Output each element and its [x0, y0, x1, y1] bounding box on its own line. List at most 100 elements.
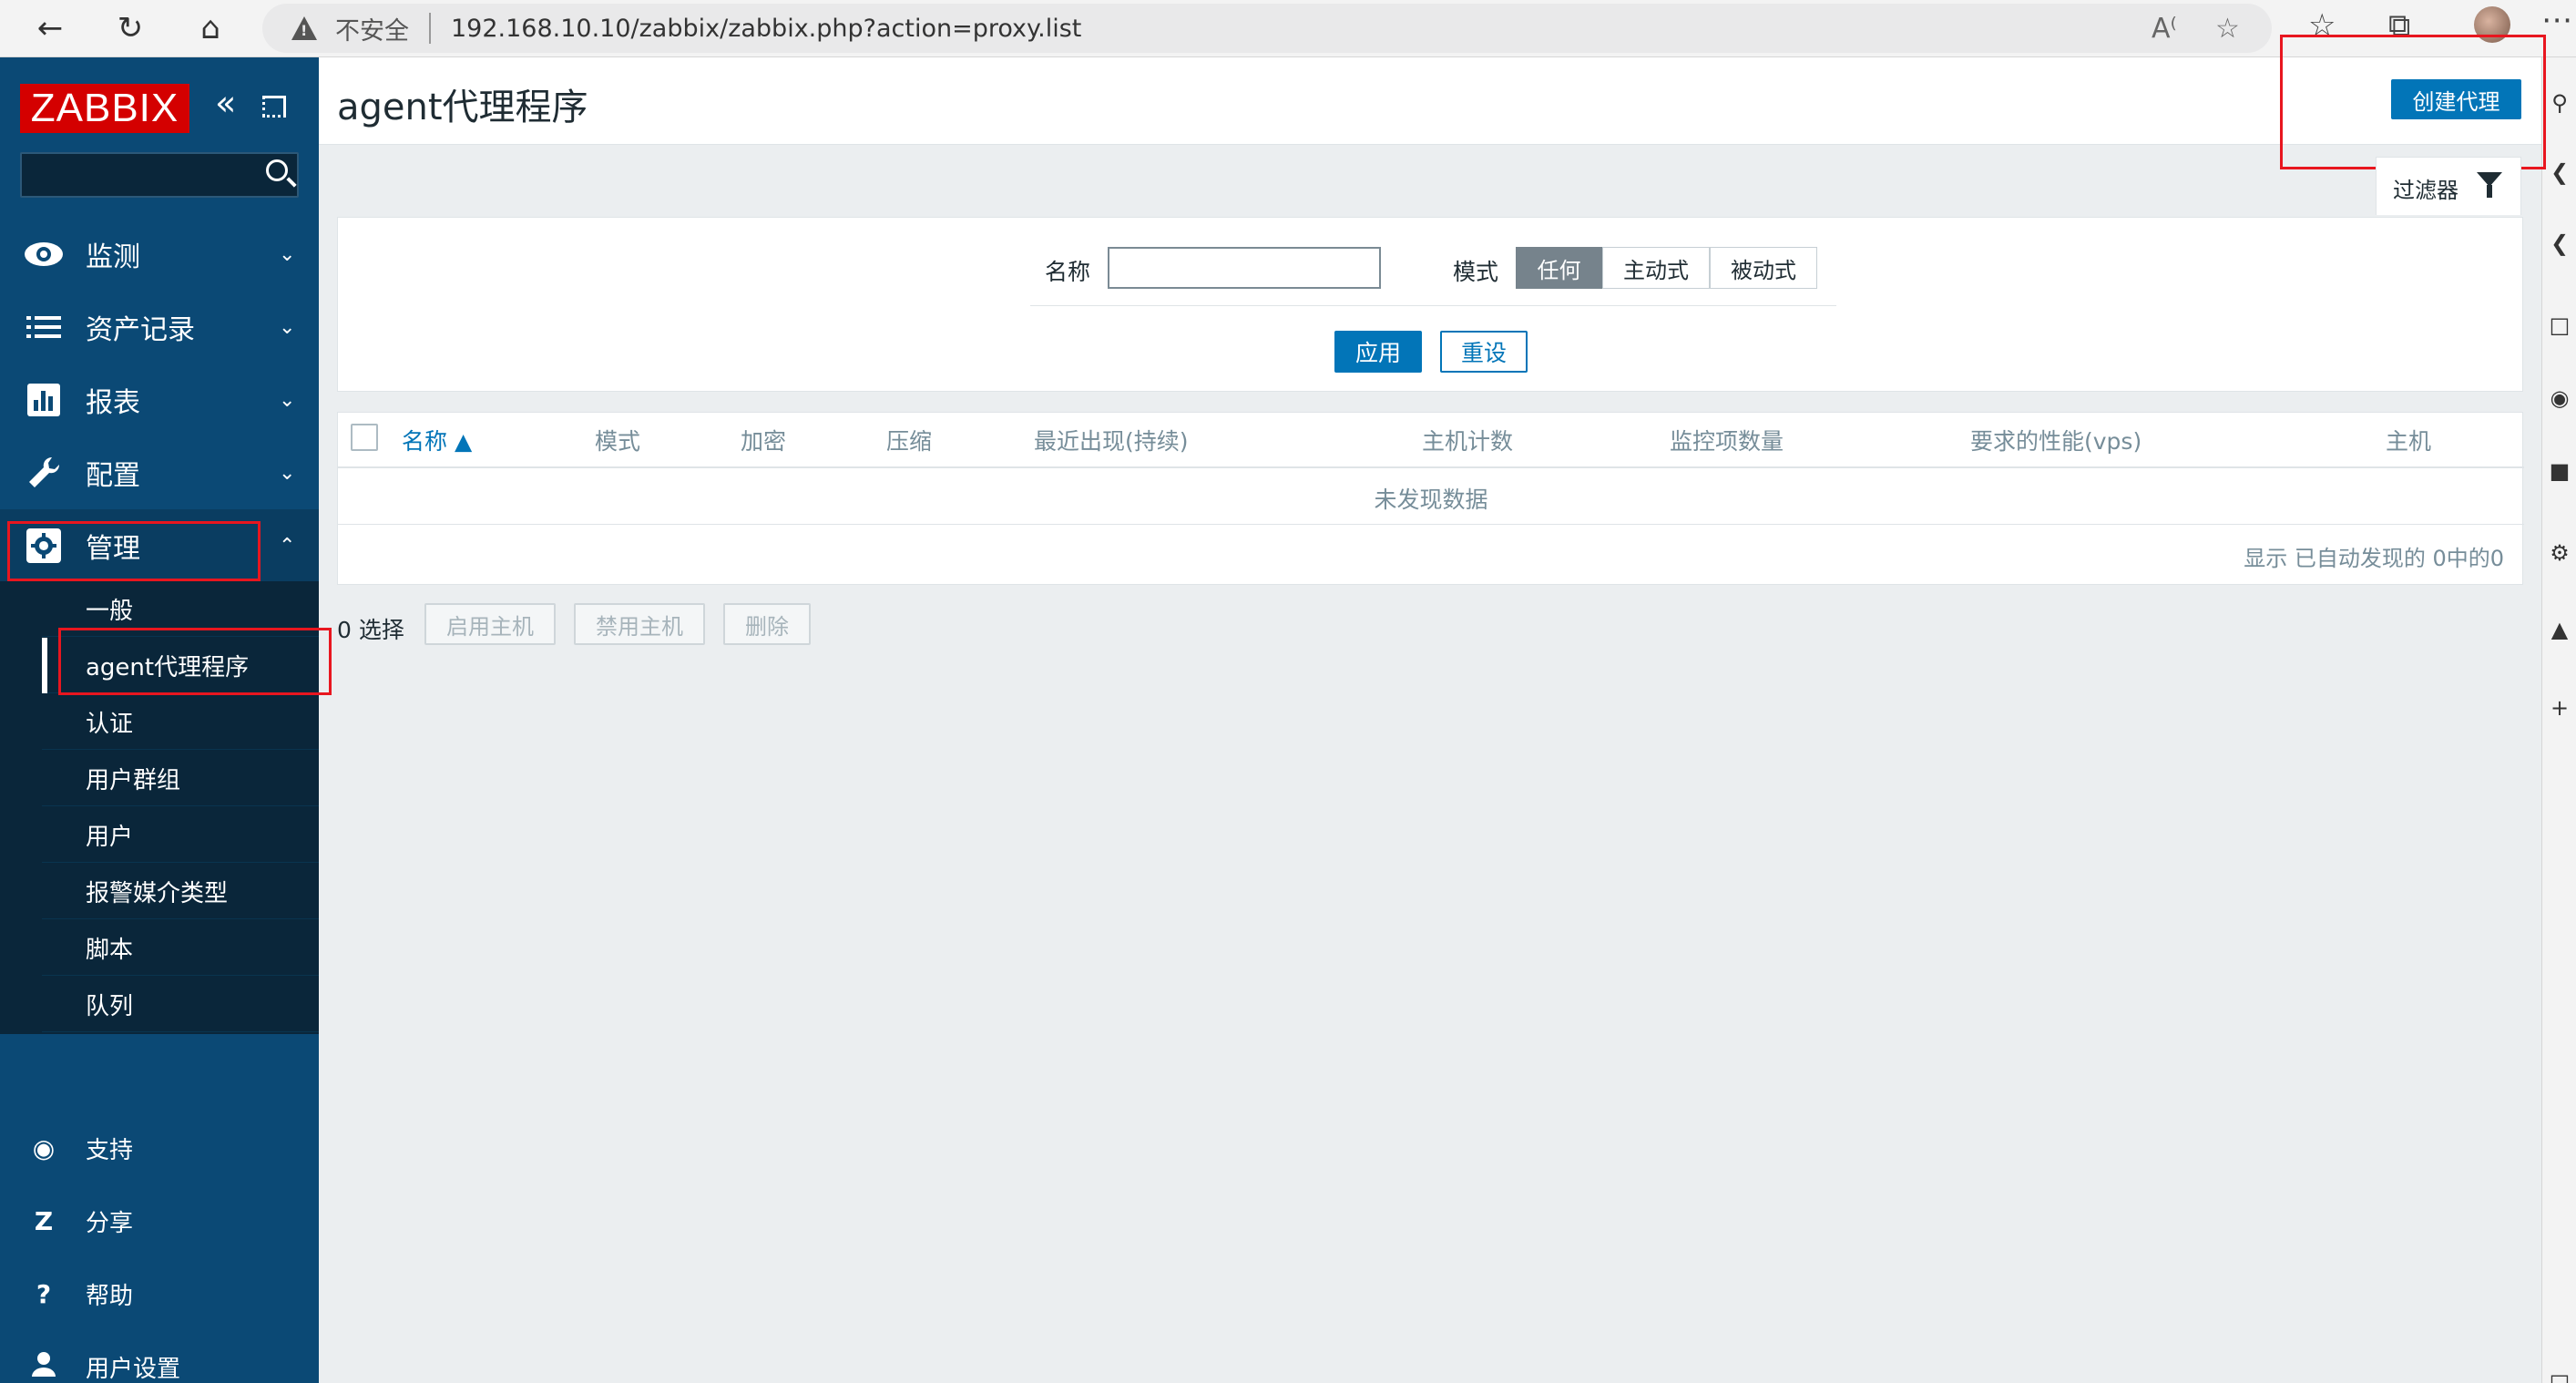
menu-item-help[interactable]: ? 帮助	[0, 1262, 319, 1326]
column-header-host-count: 主机计数	[1422, 428, 1514, 455]
sidebar-tool-icon[interactable]: ■	[2542, 458, 2576, 484]
eye-icon	[24, 234, 64, 274]
column-header-hosts: 主机	[2386, 428, 2432, 455]
filter-panel: 名称 模式 任何 主动式 被动式 应用 重设	[337, 217, 2523, 392]
read-aloud-icon[interactable]: A⁽	[2152, 13, 2177, 45]
column-header-item-count: 监控项数量	[1670, 428, 1784, 455]
menu-label: 配置	[86, 460, 140, 492]
selected-count: 0 选择	[337, 617, 404, 643]
menu-item-reports[interactable]: 报表 ⌄	[0, 364, 319, 436]
highlight-box	[58, 628, 332, 695]
name-filter-input[interactable]	[1108, 247, 1381, 289]
submenu-label: 脚本	[86, 936, 134, 964]
zabbix-logo[interactable]: ZABBIX	[20, 84, 189, 133]
sidebar-tool-icon[interactable]: ◉	[2542, 385, 2576, 411]
column-header-last-seen: 最近出现(持续)	[1034, 428, 1189, 455]
menu-item-user-settings[interactable]: 用户设置	[0, 1335, 319, 1383]
submenu-label: 队列	[86, 992, 134, 1020]
filter-divider	[1030, 305, 1836, 306]
submenu-item-user-groups[interactable]: 用户群组	[42, 751, 319, 806]
bottom-menu-label: 分享	[86, 1209, 134, 1237]
url-text[interactable]: 192.168.10.10/zabbix/zabbix.php?action=p…	[451, 15, 1081, 43]
submenu-label: 用户群组	[86, 766, 181, 794]
sidebar-tool-icon[interactable]: □	[2542, 312, 2576, 338]
user-icon	[27, 1351, 60, 1383]
column-header-name[interactable]: 名称 ▲	[402, 424, 472, 456]
column-header-mode: 模式	[595, 428, 641, 455]
warning-icon	[291, 16, 317, 40]
submenu-label: 认证	[86, 710, 134, 738]
bottom-menu-label: 支持	[86, 1136, 134, 1164]
menu-item-inventory[interactable]: 资产记录 ⌄	[0, 291, 319, 364]
delete-button[interactable]: 删除	[723, 603, 811, 645]
submenu-label: 一般	[86, 597, 134, 625]
select-all-checkbox[interactable]	[351, 424, 378, 451]
menu-label: 监测	[86, 241, 140, 273]
submenu-item-media-types[interactable]: 报警媒介类型	[42, 864, 319, 919]
browser-toolbar: ← ↻ ⌂ 不安全 192.168.10.10/zabbix/zabbix.ph…	[0, 0, 2576, 57]
filter-tab[interactable]: 过滤器	[2376, 157, 2521, 215]
apply-filter-button[interactable]: 应用	[1334, 331, 1422, 373]
mode-filter-label: 模式	[1453, 259, 1499, 285]
header-divider	[338, 466, 2524, 468]
submenu-item-authentication[interactable]: 认证	[42, 694, 319, 750]
submenu-item-queue[interactable]: 队列	[42, 977, 319, 1032]
home-icon[interactable]: ⌂	[188, 5, 233, 51]
sidebar-search-input[interactable]	[20, 152, 299, 198]
chevron-down-icon: ⌄	[279, 315, 296, 339]
share-z-icon: Z	[34, 1205, 54, 1236]
chevron-up-icon: ⌃	[279, 534, 296, 558]
search-sidebar-icon[interactable]: ⚲	[2542, 90, 2576, 116]
address-divider	[429, 13, 431, 44]
sidebar-tool-icon[interactable]: ❮	[2542, 230, 2576, 256]
reload-icon[interactable]: ↻	[107, 5, 153, 51]
submenu-label: 用户	[86, 823, 134, 851]
chevron-down-icon: ⌄	[279, 242, 296, 266]
enable-hosts-button[interactable]: 启用主机	[424, 603, 556, 645]
collapse-sidebar-icon[interactable]: «	[215, 83, 236, 123]
menu-item-support[interactable]: ◉ 支持	[0, 1116, 319, 1180]
kiosk-mode-icon[interactable]	[262, 96, 286, 118]
highlight-box	[7, 521, 261, 581]
mode-option-active[interactable]: 主动式	[1602, 247, 1710, 289]
column-header-required-vps: 要求的性能(vps)	[1970, 428, 2142, 455]
sidebar-tool-icon[interactable]: ❮	[2542, 159, 2576, 185]
sidebar-tool-icon[interactable]: ▲	[2542, 617, 2576, 642]
no-data-message: 未发现数据	[1374, 487, 1488, 513]
back-arrow-icon[interactable]: ←	[27, 5, 73, 51]
filter-tab-label: 过滤器	[2393, 178, 2458, 203]
mode-option-any[interactable]: 任何	[1516, 247, 1602, 289]
address-bar[interactable]: 不安全 192.168.10.10/zabbix/zabbix.php?acti…	[262, 4, 2272, 53]
funnel-icon	[2477, 172, 2502, 198]
row-divider	[338, 524, 2524, 525]
bar-chart-icon	[24, 380, 64, 420]
list-icon	[24, 307, 64, 347]
name-filter-label: 名称	[1045, 259, 1091, 285]
submenu-item-users[interactable]: 用户	[42, 807, 319, 863]
menu-label: 报表	[86, 387, 140, 419]
add-favorite-icon[interactable]: ☆	[2215, 13, 2240, 45]
submenu-item-scripts[interactable]: 脚本	[42, 920, 319, 976]
paging-summary: 显示 已自动发现的 0中的0	[2244, 546, 2504, 571]
column-header-compression: 压缩	[886, 428, 933, 455]
bottom-menu-label: 帮助	[86, 1282, 134, 1310]
menu-label: 资产记录	[86, 314, 195, 346]
disable-hosts-button[interactable]: 禁用主机	[574, 603, 705, 645]
menu-item-configuration[interactable]: 配置 ⌄	[0, 436, 319, 509]
column-header-encryption: 加密	[741, 428, 787, 455]
highlight-box	[2280, 35, 2546, 169]
add-icon[interactable]: +	[2542, 695, 2576, 721]
menu-item-monitoring[interactable]: 监测 ⌄	[0, 218, 319, 291]
sidebar-tool-icon[interactable]: ⚙	[2542, 540, 2576, 566]
main-sidebar: ZABBIX « 监测 ⌄ 资产记录 ⌄ 报表 ⌄ 配置 ⌄ 管理 ⌃ 一般 a…	[0, 57, 332, 1383]
submenu-gutter	[0, 581, 42, 1034]
search-icon[interactable]	[266, 159, 288, 181]
mode-option-passive[interactable]: 被动式	[1710, 247, 1817, 289]
more-menu-icon[interactable]: ⋯	[2541, 2, 2572, 38]
chevron-down-icon: ⌄	[279, 388, 296, 412]
headset-icon: ◉	[32, 1132, 56, 1163]
page-header: agent代理程序 创建代理	[319, 57, 2541, 145]
sidebar-settings-icon[interactable]: □	[2542, 1369, 2576, 1383]
reset-filter-button[interactable]: 重设	[1440, 331, 1528, 373]
menu-item-share[interactable]: Z 分享	[0, 1189, 319, 1253]
